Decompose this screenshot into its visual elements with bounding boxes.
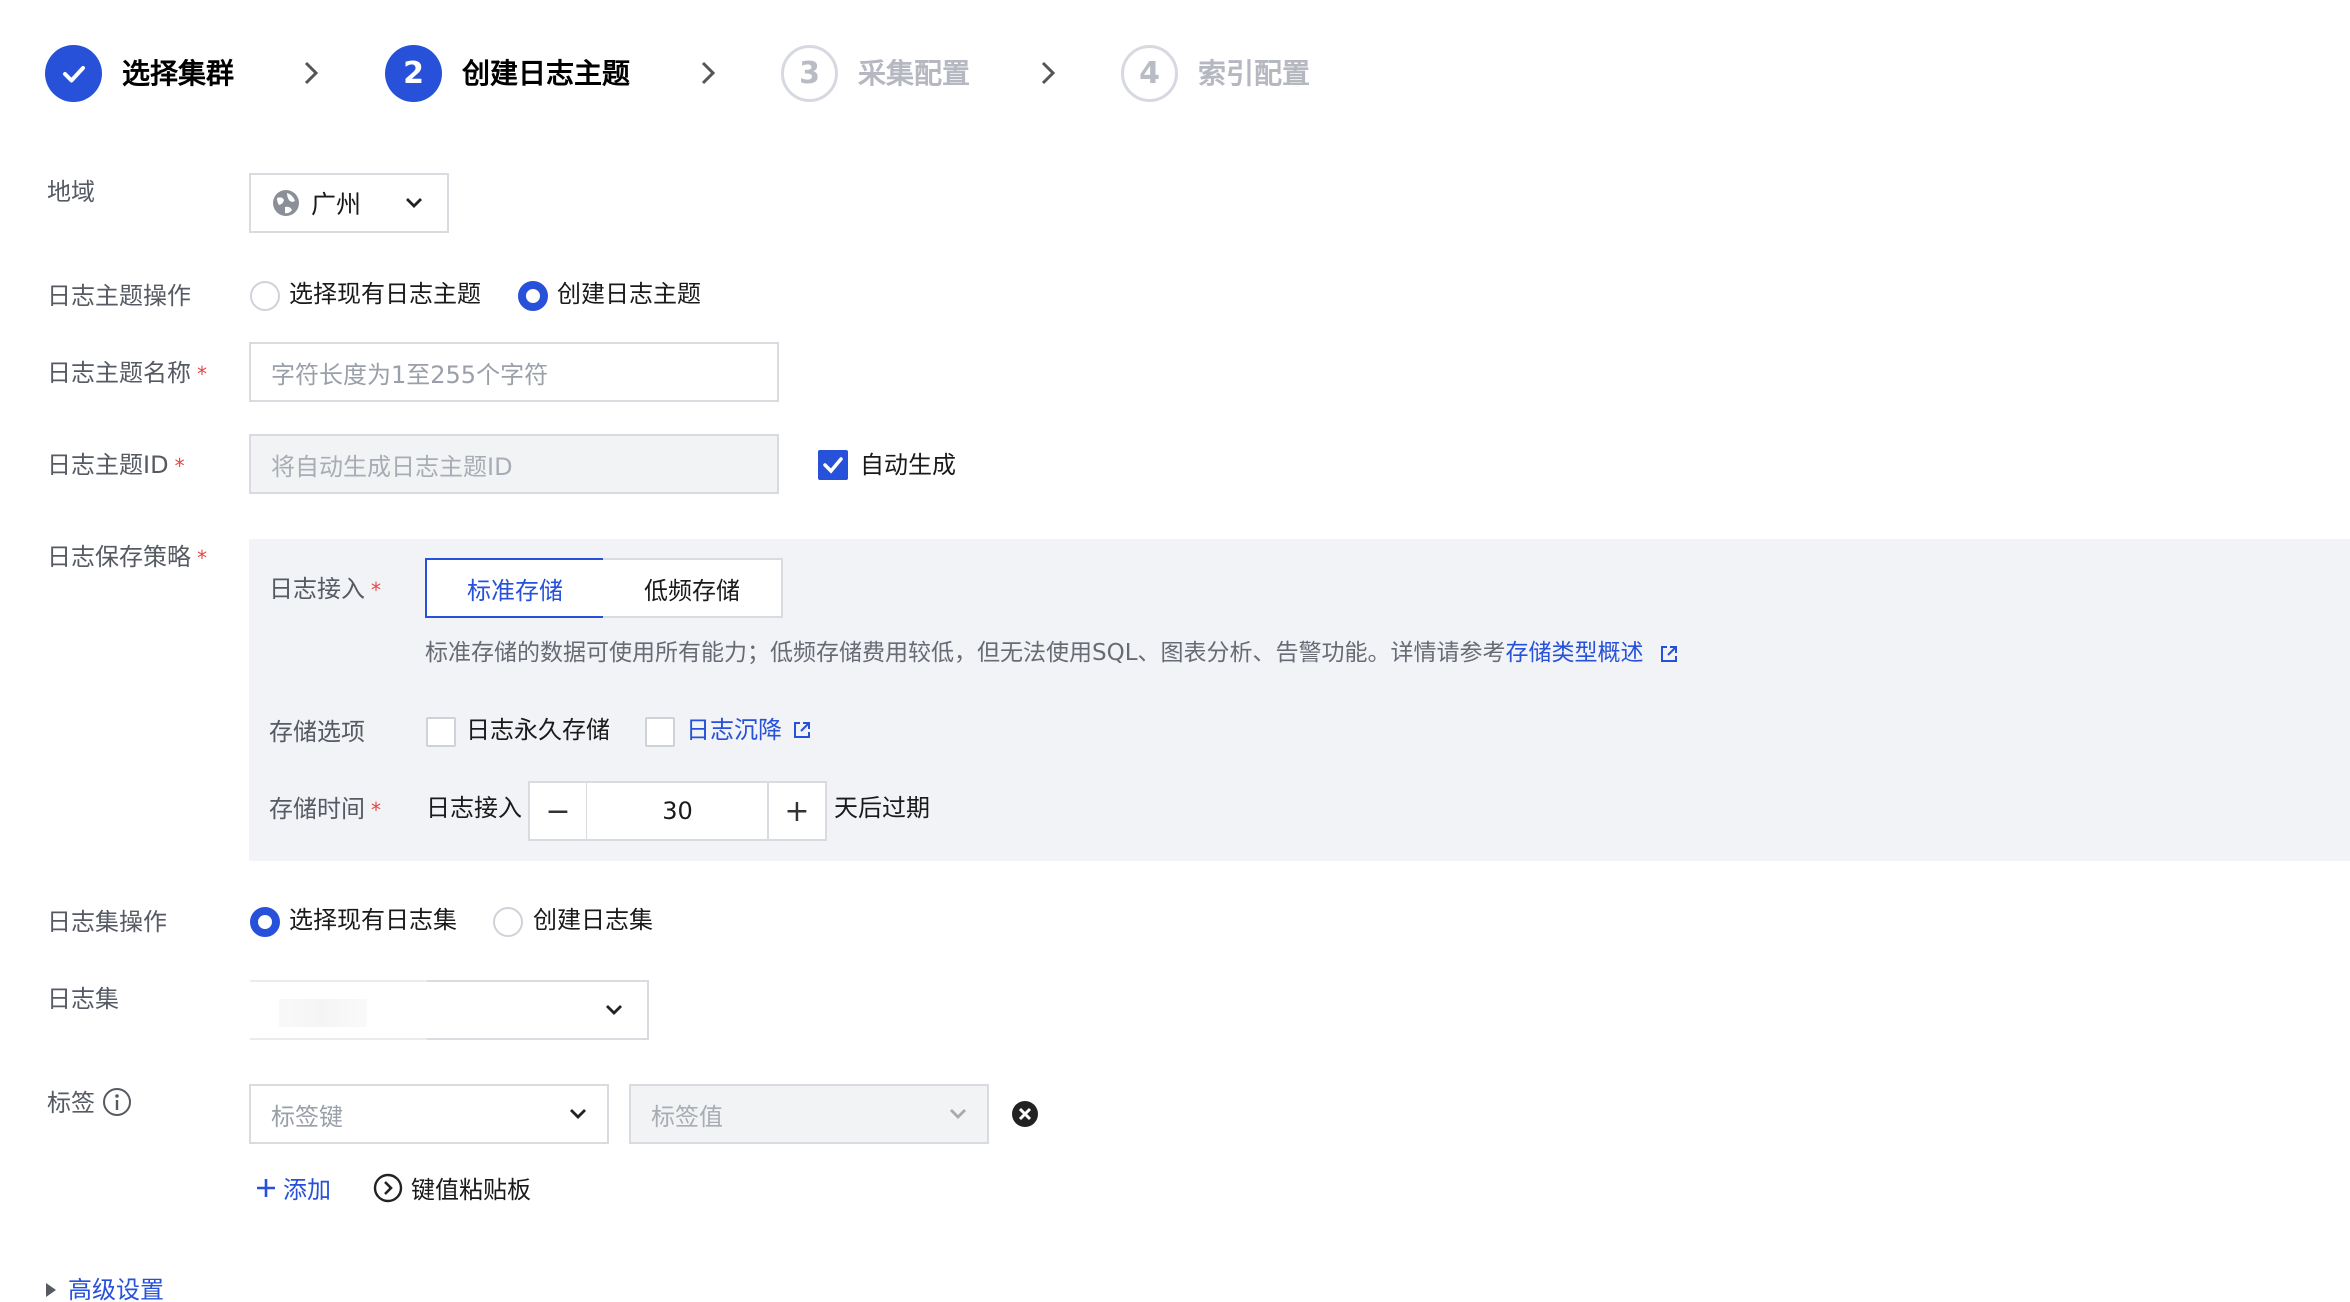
logset-op-label: 日志集操作 bbox=[47, 908, 167, 936]
required-mark: * bbox=[174, 454, 185, 478]
radio-existing-logset[interactable] bbox=[250, 907, 280, 937]
log-sink-checkbox[interactable] bbox=[645, 717, 675, 747]
radio-existing-topic[interactable] bbox=[250, 281, 280, 311]
log-sink-link[interactable]: 日志沉降 bbox=[686, 714, 782, 746]
step-1-check-icon bbox=[45, 45, 102, 102]
kv-clipboard-button[interactable]: 键值粘贴板 bbox=[373, 1170, 531, 1205]
chevron-down-icon bbox=[606, 1005, 622, 1015]
step-3-label: 采集配置 bbox=[858, 57, 971, 90]
radio-existing-topic-label[interactable]: 选择现有日志主题 bbox=[289, 278, 481, 310]
access-label: 日志接入 * bbox=[269, 575, 381, 603]
required-mark: * bbox=[197, 362, 207, 386]
retention-label: 日志保存策略 * bbox=[47, 543, 207, 571]
region-select[interactable]: 广州 bbox=[249, 173, 449, 233]
permanent-storage-label[interactable]: 日志永久存储 bbox=[466, 714, 610, 746]
tag-value-select: 标签值 bbox=[629, 1084, 989, 1144]
storage-time-suffix: 天后过期 bbox=[834, 794, 930, 822]
step-1-label: 选择集群 bbox=[122, 57, 235, 90]
storage-standard-button[interactable]: 标准存储 bbox=[425, 558, 605, 618]
caret-right-icon bbox=[46, 1283, 56, 1297]
step-4-number: 4 bbox=[1121, 45, 1178, 102]
topic-name-input[interactable]: 字符长度为1至255个字符 bbox=[249, 342, 779, 402]
chevron-down-icon bbox=[406, 198, 422, 208]
tags-label: 标签 bbox=[47, 1089, 95, 1117]
tag-key-select[interactable]: 标签键 bbox=[249, 1084, 609, 1144]
required-mark: * bbox=[197, 546, 207, 570]
radio-create-logset-label[interactable]: 创建日志集 bbox=[533, 904, 653, 936]
storage-time-prefix: 日志接入 bbox=[426, 794, 522, 822]
info-icon[interactable] bbox=[102, 1087, 132, 1117]
storage-time-label: 存储时间 * bbox=[269, 795, 381, 823]
add-tag-button[interactable]: 添加 bbox=[255, 1170, 331, 1205]
increment-button[interactable]: + bbox=[767, 781, 827, 841]
storage-types-link[interactable]: 存储类型概述 bbox=[1506, 640, 1644, 666]
external-link-icon[interactable] bbox=[792, 720, 812, 740]
chevron-down-icon bbox=[570, 1109, 586, 1119]
auto-generate-checkbox[interactable] bbox=[818, 450, 848, 480]
topic-id-label: 日志主题ID * bbox=[47, 451, 185, 479]
decrement-button[interactable]: − bbox=[528, 781, 588, 841]
logset-label: 日志集 bbox=[47, 985, 119, 1013]
auto-generate-label[interactable]: 自动生成 bbox=[860, 449, 956, 481]
radio-create-topic[interactable] bbox=[518, 281, 548, 311]
storage-infrequent-button[interactable]: 低频存储 bbox=[603, 558, 783, 618]
region-value: 广州 bbox=[311, 190, 362, 219]
radio-create-logset[interactable] bbox=[493, 907, 523, 937]
chevron-right-icon bbox=[701, 61, 716, 85]
topic-op-label: 日志主题操作 bbox=[47, 282, 191, 310]
region-label: 地域 bbox=[47, 178, 95, 206]
chevron-right-icon bbox=[1041, 61, 1056, 85]
step-4-label: 索引配置 bbox=[1198, 57, 1311, 90]
radio-create-topic-label[interactable]: 创建日志主题 bbox=[557, 278, 701, 310]
plus-icon bbox=[257, 1178, 275, 1197]
topic-id-input: 将自动生成日志主题ID bbox=[249, 434, 779, 494]
topic-name-label: 日志主题名称 * bbox=[47, 359, 207, 387]
check-icon bbox=[823, 457, 843, 474]
chevron-right-icon bbox=[304, 61, 319, 85]
step-3-number: 3 bbox=[781, 45, 838, 102]
chevron-down-icon bbox=[950, 1109, 966, 1119]
step-2-number: 2 bbox=[385, 45, 442, 102]
storage-options-label: 存储选项 bbox=[269, 718, 365, 746]
circle-chevron-right-icon bbox=[373, 1173, 403, 1202]
step-2-label: 创建日志主题 bbox=[462, 57, 631, 90]
logset-select[interactable] bbox=[249, 980, 649, 1040]
required-mark: * bbox=[371, 578, 381, 602]
remove-tag-icon[interactable] bbox=[1011, 1100, 1039, 1128]
advanced-settings-toggle[interactable]: 高级设置 bbox=[44, 1276, 164, 1302]
external-link-icon[interactable] bbox=[1659, 644, 1679, 664]
globe-icon bbox=[273, 190, 299, 216]
radio-existing-logset-label[interactable]: 选择现有日志集 bbox=[289, 904, 457, 936]
storage-days-input[interactable]: 30 bbox=[587, 781, 768, 841]
permanent-storage-checkbox[interactable] bbox=[426, 717, 456, 747]
required-mark: * bbox=[371, 798, 381, 822]
storage-description: 标准存储的数据可使用所有能力；低频存储费用较低，但无法使用SQL、图表分析、告警… bbox=[425, 637, 1679, 669]
